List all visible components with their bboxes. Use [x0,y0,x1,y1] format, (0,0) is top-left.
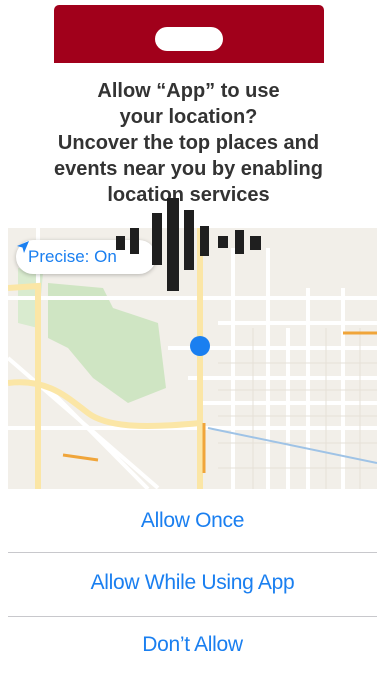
permission-title: Allow “App” to use your location? Uncove… [0,78,377,208]
title-line-1: Allow “App” to use [97,80,280,102]
location-arrow-icon [17,241,29,253]
allow-while-using-button[interactable]: Allow While Using App [8,571,377,595]
user-location-dot [190,336,210,356]
divider [8,616,377,617]
brand-banner [54,5,324,63]
allow-once-button[interactable]: Allow Once [8,509,377,533]
title-line-4: events near you by enabling [54,158,323,180]
voice-waveform-icon [116,198,266,293]
precise-label: Precise: On [28,247,117,266]
divider [8,552,377,553]
banner-pill [155,27,223,51]
title-line-3: Uncover the top places and [57,132,320,154]
title-line-2: your location? [119,106,258,128]
dont-allow-button[interactable]: Don’t Allow [8,633,377,657]
